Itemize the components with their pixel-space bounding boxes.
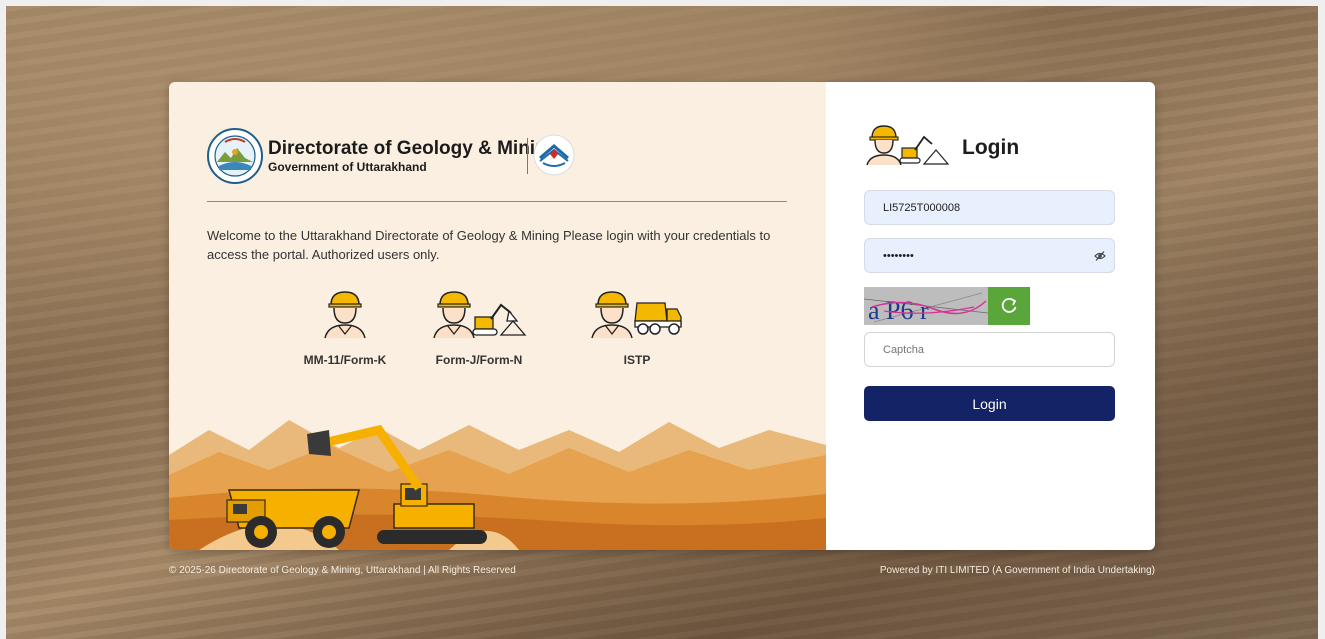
captcha-text: a P6 r	[868, 296, 929, 325]
copyright-text: © 2025-26 Directorate of Geology & Minin…	[169, 565, 516, 576]
org-subtitle: Government of Uttarakhand	[268, 160, 427, 174]
header-divider	[207, 201, 787, 202]
worker-truck-icon	[591, 291, 682, 339]
uttarakhand-emblem-icon	[533, 134, 575, 176]
brand-divider	[527, 138, 528, 174]
role-label: MM-11/Form-K	[303, 353, 387, 367]
role-mm11-formk[interactable]: MM-11/Form-K	[285, 287, 405, 367]
mining-scene-illustration	[169, 420, 826, 550]
worker-icon	[324, 291, 366, 339]
role-formj-formn[interactable]: Form-J/Form-N	[419, 287, 539, 367]
login-button[interactable]: Login	[864, 386, 1115, 421]
worker-excavator-icon	[433, 291, 527, 339]
login-card: Directorate of Geology & Mining Governme…	[169, 82, 1155, 550]
eye-slash-icon[interactable]	[1094, 250, 1106, 262]
powered-by-text: Powered by ITI LIMITED (A Government of …	[879, 565, 1155, 576]
worker-excavator-icon	[866, 125, 950, 166]
department-logo-icon	[207, 128, 263, 184]
refresh-captcha-button[interactable]	[988, 287, 1030, 325]
password-field[interactable]	[864, 238, 1115, 273]
captcha-input[interactable]	[864, 332, 1115, 367]
login-header: Login	[864, 122, 1019, 166]
org-name: Directorate of Geology & Mining	[268, 138, 559, 159]
info-panel: Directorate of Geology & Mining Governme…	[169, 82, 826, 550]
welcome-message: Welcome to the Uttarakhand Directorate o…	[207, 228, 771, 262]
role-label: ISTP	[623, 353, 651, 367]
refresh-icon	[1001, 298, 1017, 313]
login-title: Login	[962, 136, 1020, 159]
login-panel: Login a P6 r Login	[826, 82, 1155, 550]
username-field[interactable]	[864, 190, 1115, 225]
role-istp[interactable]: ISTP	[577, 287, 697, 367]
captcha-image: a P6 r	[864, 287, 988, 325]
role-label: Form-J/Form-N	[435, 353, 523, 367]
